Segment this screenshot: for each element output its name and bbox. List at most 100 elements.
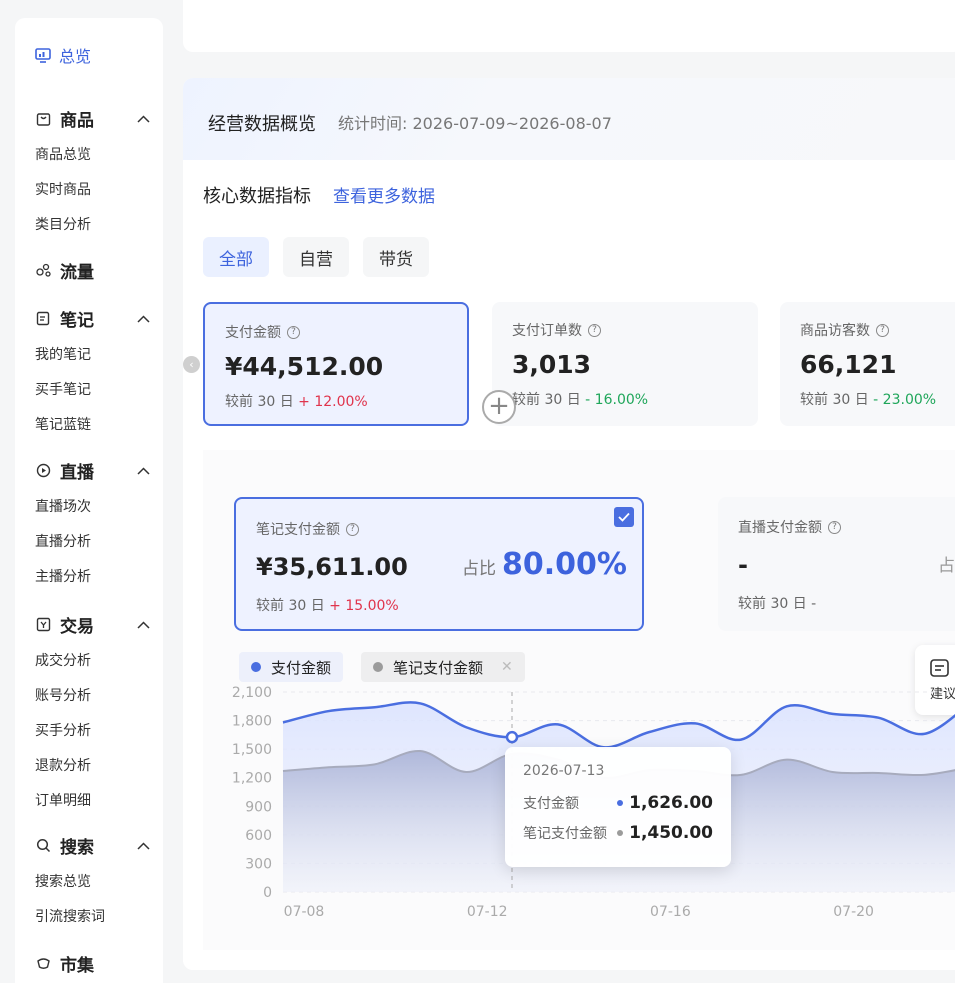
legend-label: 支付金额 (271, 658, 332, 677)
ratio-label: 占 (938, 556, 955, 576)
metric-label: 支付金额 (225, 325, 281, 341)
tooltip-dot (617, 830, 624, 836)
legend-label: 笔记支付金额 (393, 658, 484, 677)
tooltip-dot (617, 800, 624, 806)
search-icon (35, 837, 52, 854)
sidebar-group-label: 市集 (60, 956, 94, 976)
sidebar-group-5[interactable]: 搜索 (35, 833, 150, 858)
metric-change: + 12.00% (298, 394, 368, 410)
more-data-link[interactable]: 查看更多数据 (333, 182, 435, 207)
chevron-up-icon[interactable] (136, 839, 150, 853)
question-icon[interactable]: ? (346, 522, 359, 536)
sidebar-group-label: 笔记 (60, 311, 94, 331)
question-icon[interactable]: ? (828, 520, 841, 534)
note-icon (35, 310, 52, 327)
sidebar-group-label: 搜索 (60, 838, 94, 858)
sidebar-item[interactable]: 买手分析 (35, 720, 91, 740)
question-icon[interactable]: ? (876, 323, 889, 337)
stat-time-range: 2026-07-09~2026-08-07 (412, 114, 612, 133)
question-icon[interactable]: ? (588, 323, 601, 337)
sidebar-item[interactable]: 账号分析 (35, 685, 91, 705)
sidebar-item[interactable]: 实时商品 (35, 179, 91, 199)
tooltip-label: 笔记支付金额 (523, 826, 607, 842)
sidebar-group-3[interactable]: 直播 (35, 458, 150, 483)
card-label: 笔记支付金额 (256, 522, 340, 538)
sidebar-group-label: 商品 (60, 111, 94, 131)
close-icon[interactable]: ✕ (501, 659, 513, 675)
sidebar-group-label: 交易 (60, 617, 94, 637)
metric-label: 支付订单数 (512, 323, 582, 339)
question-icon[interactable]: ? (287, 325, 300, 339)
sidebar-item[interactable]: 订单明细 (35, 790, 91, 810)
metric-compare-label: 较前 30 日 (512, 392, 581, 408)
metric-value: ¥44,512.00 (225, 352, 384, 381)
chevron-up-icon[interactable] (136, 618, 150, 632)
ratio-label: 占比 (462, 559, 496, 579)
check-icon (618, 512, 630, 522)
sidebar-item[interactable]: 类目分析 (35, 214, 91, 234)
legend-dot (251, 662, 261, 672)
chevron-left-icon[interactable]: ‹ (183, 356, 200, 373)
sidebar-group-6[interactable]: 市集 (35, 951, 150, 976)
sidebar-item[interactable]: 成交分析 (35, 650, 91, 670)
legend-item-payment[interactable]: 支付金额 (239, 652, 344, 682)
feedback-widget[interactable]: 建议 (915, 645, 955, 715)
chevron-up-icon[interactable] (136, 464, 150, 478)
tab-self-operated[interactable]: 自营 (283, 237, 349, 277)
sidebar-item[interactable]: 直播场次 (35, 496, 91, 516)
live-payment-card[interactable]: 直播支付金额? - 较前 30 日 - 占 (718, 497, 955, 631)
play-icon (35, 462, 52, 479)
tab-affiliate[interactable]: 带货 (363, 237, 429, 277)
sidebar-item[interactable]: 笔记蓝链 (35, 414, 91, 434)
traffic-icon (35, 262, 52, 279)
card-compare-label: 较前 30 日 (256, 598, 325, 614)
sidebar-item-overview[interactable]: 总览 (35, 43, 91, 67)
ratio-value: 80.00% (502, 547, 627, 582)
metric-change: - 16.00% (585, 392, 649, 408)
legend-dot (373, 662, 383, 672)
sidebar-item[interactable]: 我的笔记 (35, 344, 91, 364)
feedback-icon (930, 659, 949, 677)
sidebar-item[interactable]: 买手笔记 (35, 379, 91, 399)
sidebar-group-4[interactable]: 交易 (35, 612, 150, 637)
metric-card-visitor-count[interactable]: 商品访客数? 66,121 较前 30 日 - 23.00% (780, 302, 955, 426)
metric-value: 66,121 (800, 350, 897, 379)
checkbox-checked[interactable] (614, 507, 634, 527)
tab-all[interactable]: 全部 (203, 237, 269, 277)
sidebar-group-label: 流量 (60, 263, 94, 283)
metric-card-order-count[interactable]: 支付订单数? 3,013 较前 30 日 - 16.00% (492, 302, 758, 426)
sidebar-group-1[interactable]: 流量 (35, 258, 150, 283)
sidebar-item-label: 总览 (59, 47, 92, 66)
tooltip-label: 支付金额 (523, 796, 579, 812)
trade-icon (35, 616, 52, 633)
metric-value: 3,013 (512, 350, 592, 379)
metric-compare-label: 较前 30 日 (225, 394, 294, 410)
monitor-icon (35, 47, 51, 63)
tooltip-value: 1,450.00 (629, 823, 713, 843)
metric-card-payment-amount[interactable]: 支付金额? ¥44,512.00 较前 30 日 + 12.00% (203, 302, 469, 426)
sidebar-item[interactable]: 直播分析 (35, 531, 91, 551)
plus-icon[interactable]: + (482, 390, 516, 424)
chevron-up-icon[interactable] (136, 112, 150, 126)
metric-change: - 23.00% (873, 392, 937, 408)
top-card (183, 0, 955, 52)
card-label: 直播支付金额 (738, 520, 822, 536)
sidebar-item[interactable]: 搜索总览 (35, 871, 91, 891)
metric-compare-label: 较前 30 日 (800, 392, 869, 408)
tooltip-date: 2026-07-13 (523, 763, 605, 779)
sidebar-group-label: 直播 (60, 463, 94, 483)
sidebar-item[interactable]: 主播分析 (35, 566, 91, 586)
chevron-up-icon[interactable] (136, 312, 150, 326)
sidebar-item[interactable]: 引流搜索词 (35, 906, 105, 926)
stat-time: 统计时间: 2026-07-09~2026-08-07 (338, 110, 612, 134)
sidebar-item[interactable]: 商品总览 (35, 144, 91, 164)
page-title: 经营数据概览 (208, 114, 316, 135)
card-change: + 15.00% (329, 598, 399, 614)
sidebar-item[interactable]: 退款分析 (35, 755, 91, 775)
legend-item-note-payment[interactable]: 笔记支付金额 ✕ (361, 652, 525, 682)
sidebar-group-0[interactable]: 商品 (35, 106, 150, 131)
overview-header: 经营数据概览 统计时间: 2026-07-09~2026-08-07 (183, 78, 955, 160)
card-change: - (811, 596, 817, 612)
sidebar-group-2[interactable]: 笔记 (35, 306, 150, 331)
note-payment-card[interactable]: 笔记支付金额? ¥35,611.00 较前 30 日 + 15.00% 占比 8… (234, 497, 644, 631)
